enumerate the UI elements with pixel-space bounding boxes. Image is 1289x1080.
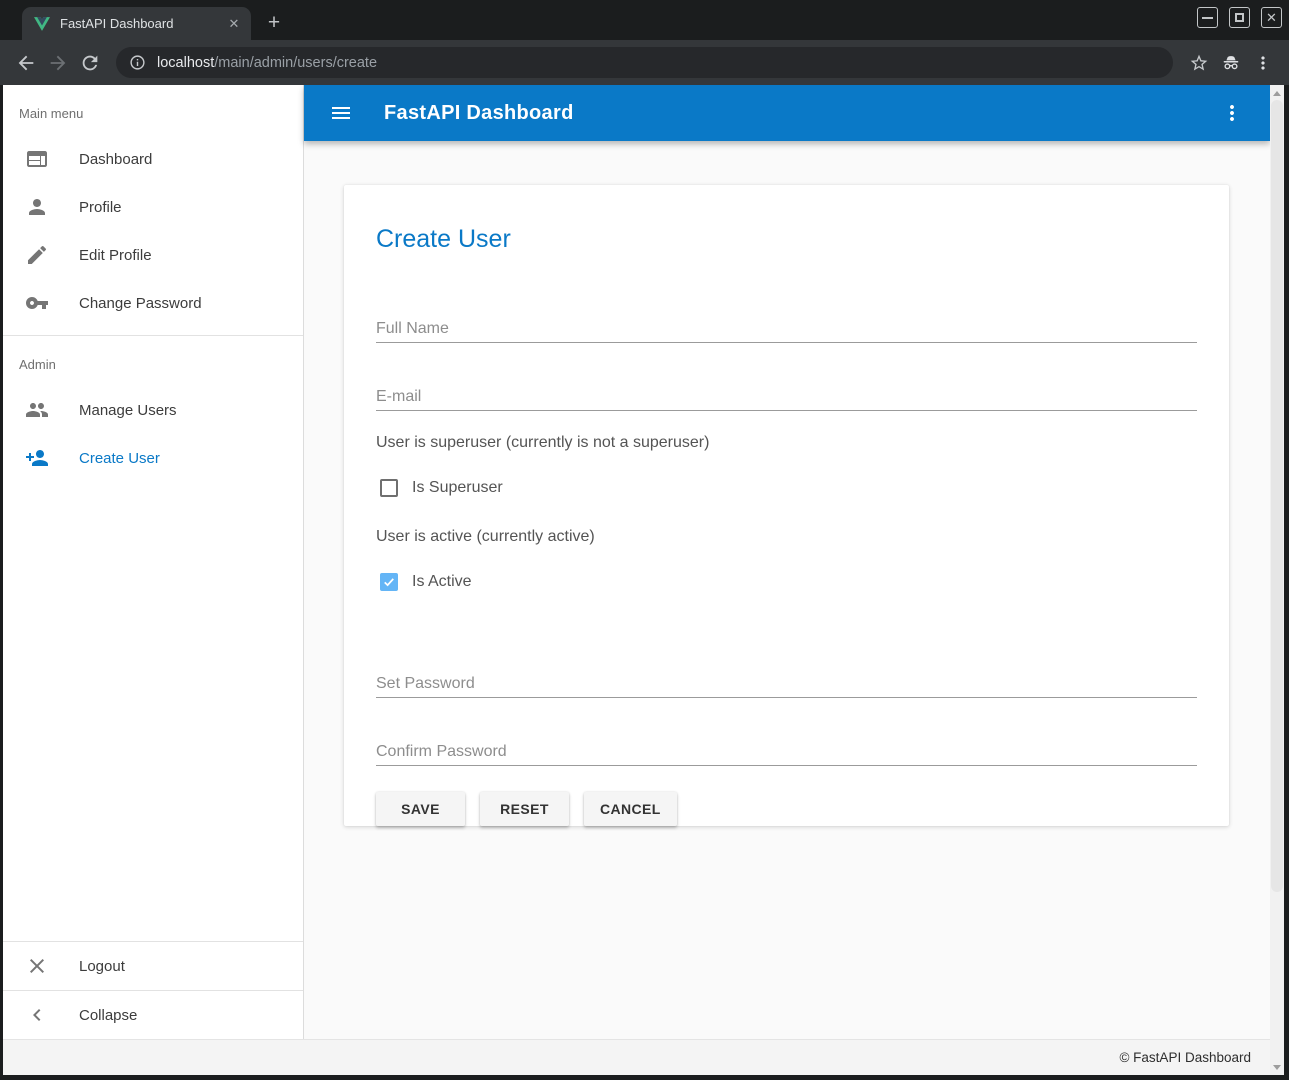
sidebar-item-label: Create User <box>79 450 160 467</box>
browser-toolbar: localhost/main/admin/users/create <box>0 40 1289 85</box>
checkbox-label: Is Active <box>412 573 472 591</box>
scrollbar-down-button[interactable] <box>1270 1060 1284 1074</box>
scrollbar-thumb[interactable] <box>1271 100 1283 892</box>
is-active-checkbox-row[interactable]: Is Active <box>376 572 1197 592</box>
sidebar-item-collapse[interactable]: Collapse <box>3 991 303 1039</box>
set-password-field[interactable] <box>376 671 1197 698</box>
address-bar[interactable]: localhost/main/admin/users/create <box>116 47 1173 78</box>
sidebar-item-label: Manage Users <box>79 402 177 419</box>
sidebar-item-label: Change Password <box>79 295 202 312</box>
forward-arrow-icon <box>47 52 69 74</box>
sidebar-item-label: Logout <box>79 958 125 975</box>
confirm-password-field[interactable] <box>376 739 1197 766</box>
bookmark-button[interactable] <box>1183 47 1215 79</box>
checkmark-icon <box>382 575 396 589</box>
sidebar-item-manage-users[interactable]: Manage Users <box>3 386 303 434</box>
browser-tab[interactable]: FastAPI Dashboard ✕ <box>22 7 251 40</box>
superuser-hint: User is superuser (currently is not a su… <box>376 434 1197 452</box>
page-title: Create User <box>376 225 1197 254</box>
appbar-menu-button[interactable] <box>1220 101 1244 125</box>
tab-close-icon[interactable]: ✕ <box>225 15 243 33</box>
new-tab-button[interactable]: + <box>260 9 288 37</box>
cancel-button[interactable]: CANCEL <box>584 792 677 826</box>
kebab-menu-icon <box>1253 53 1273 73</box>
active-hint: User is active (currently active) <box>376 528 1197 546</box>
window-close-button[interactable]: ✕ <box>1261 7 1282 28</box>
is-active-checkbox[interactable] <box>380 573 398 591</box>
sidebar-item-dashboard[interactable]: Dashboard <box>3 135 303 183</box>
sidebar-item-label: Edit Profile <box>79 247 152 264</box>
key-icon <box>25 291 49 315</box>
sidebar: Main menu Dashboard Profile Edit Profile… <box>3 85 304 1039</box>
sidebar-item-change-password[interactable]: Change Password <box>3 279 303 327</box>
sidebar-item-profile[interactable]: Profile <box>3 183 303 231</box>
chevron-left-icon <box>25 1003 49 1027</box>
sidebar-item-edit-profile[interactable]: Edit Profile <box>3 231 303 279</box>
sidebar-section-admin: Admin <box>3 336 303 386</box>
browser-menu-button[interactable] <box>1247 47 1279 79</box>
page-scrollbar[interactable] <box>1270 85 1284 1075</box>
sidebar-item-label: Collapse <box>79 1007 137 1024</box>
window-maximize-button[interactable] <box>1229 7 1250 28</box>
copyright-text: © FastAPI Dashboard <box>1119 1050 1251 1065</box>
page-footer: © FastAPI Dashboard <box>3 1039 1270 1075</box>
sidebar-item-logout[interactable]: Logout <box>3 942 303 990</box>
minimize-icon <box>1202 17 1213 19</box>
reload-icon <box>79 52 101 74</box>
person-add-icon <box>25 446 49 470</box>
sidebar-item-create-user[interactable]: Create User <box>3 434 303 482</box>
reload-button[interactable] <box>74 47 106 79</box>
person-icon <box>25 195 49 219</box>
back-arrow-icon <box>15 52 37 74</box>
pencil-icon <box>25 243 49 267</box>
url-host: localhost <box>157 55 214 71</box>
app-toolbar: FastAPI Dashboard <box>304 85 1270 141</box>
sidebar-item-label: Profile <box>79 199 122 216</box>
tab-title: FastAPI Dashboard <box>60 16 225 31</box>
arrow-up-icon <box>1273 91 1281 96</box>
email-field[interactable] <box>376 384 1197 411</box>
browser-titlebar: FastAPI Dashboard ✕ + ✕ <box>0 0 1289 40</box>
create-user-card: Create User User is superuser (currently… <box>344 185 1229 826</box>
site-info-icon[interactable] <box>129 54 146 71</box>
checkbox-label: Is Superuser <box>412 479 503 497</box>
close-x-icon <box>25 954 49 978</box>
close-icon: ✕ <box>1266 11 1277 24</box>
sidebar-section-main-menu: Main menu <box>3 85 303 135</box>
sidebar-item-label: Dashboard <box>79 151 152 168</box>
incognito-indicator <box>1215 47 1247 79</box>
vue-favicon-icon <box>34 16 50 32</box>
page-viewport: FastAPI Dashboard Main menu Dashboard Pr… <box>3 85 1284 1075</box>
main-content: Create User User is superuser (currently… <box>304 141 1270 1039</box>
maximize-icon <box>1235 13 1244 22</box>
app-title: FastAPI Dashboard <box>384 102 574 125</box>
save-button[interactable]: SAVE <box>376 792 465 826</box>
is-superuser-checkbox[interactable] <box>380 479 398 497</box>
reset-button[interactable]: RESET <box>480 792 569 826</box>
incognito-icon <box>1220 52 1242 74</box>
hamburger-menu-icon[interactable] <box>329 101 353 125</box>
arrow-down-icon <box>1273 1065 1281 1070</box>
people-icon <box>25 398 49 422</box>
is-superuser-checkbox-row[interactable]: Is Superuser <box>376 478 1197 498</box>
star-icon <box>1189 53 1209 73</box>
url-path: /main/admin/users/create <box>214 55 377 71</box>
back-button[interactable] <box>10 47 42 79</box>
dashboard-icon <box>25 147 49 171</box>
full-name-field[interactable] <box>376 316 1197 343</box>
window-minimize-button[interactable] <box>1197 7 1218 28</box>
scrollbar-up-button[interactable] <box>1270 86 1284 100</box>
forward-button[interactable] <box>42 47 74 79</box>
